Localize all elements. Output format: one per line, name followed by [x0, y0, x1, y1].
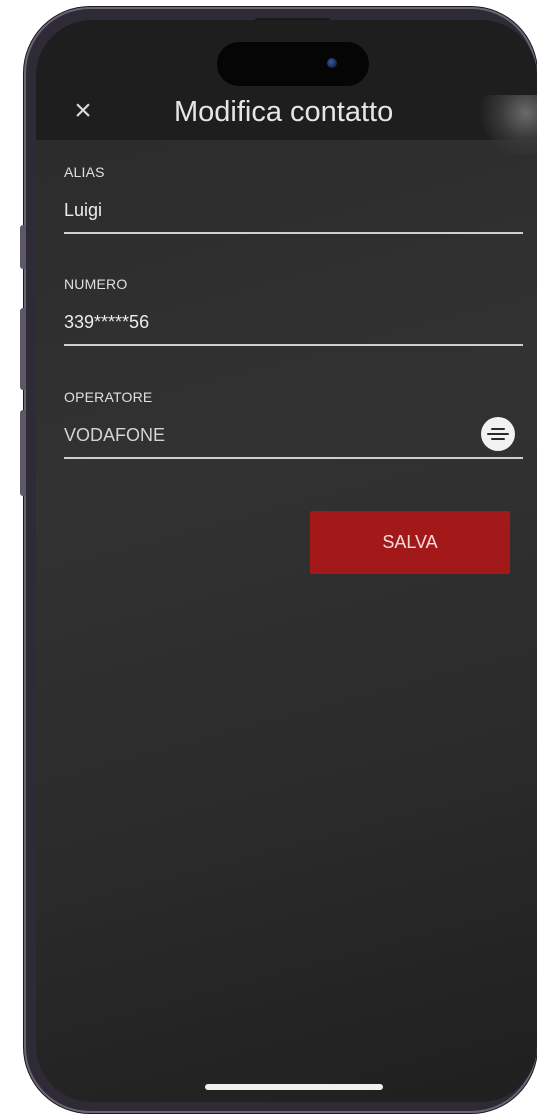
volume-up-button [20, 308, 26, 390]
numero-input[interactable]: 339*****56 [64, 310, 523, 334]
volume-down-button [20, 410, 26, 496]
operatore-field[interactable]: OPERATORE VODAFONE [64, 389, 523, 459]
alias-underline [64, 232, 523, 234]
alias-field[interactable]: ALIAS Luigi [64, 164, 523, 234]
home-indicator[interactable] [205, 1084, 383, 1090]
alias-label: ALIAS [64, 164, 105, 180]
operatore-select[interactable]: VODAFONE [64, 423, 523, 447]
operatore-underline [64, 457, 523, 459]
operatore-label: OPERATORE [64, 389, 153, 405]
numero-underline [64, 344, 523, 346]
close-icon[interactable]: × [68, 96, 98, 126]
app-screen: × Modifica contatto ALIAS Luigi NUMERO 3… [36, 20, 537, 1102]
camera-icon [327, 58, 337, 68]
page-title: Modifica contatto [174, 96, 394, 128]
numero-label: NUMERO [64, 276, 128, 292]
list-menu-icon[interactable] [481, 417, 515, 451]
header-decoration [480, 95, 537, 155]
numero-field[interactable]: NUMERO 339*****56 [64, 276, 523, 346]
save-button[interactable]: SALVA [310, 511, 510, 574]
dynamic-island [217, 42, 369, 86]
silent-switch [20, 225, 26, 269]
alias-input[interactable]: Luigi [64, 198, 523, 222]
